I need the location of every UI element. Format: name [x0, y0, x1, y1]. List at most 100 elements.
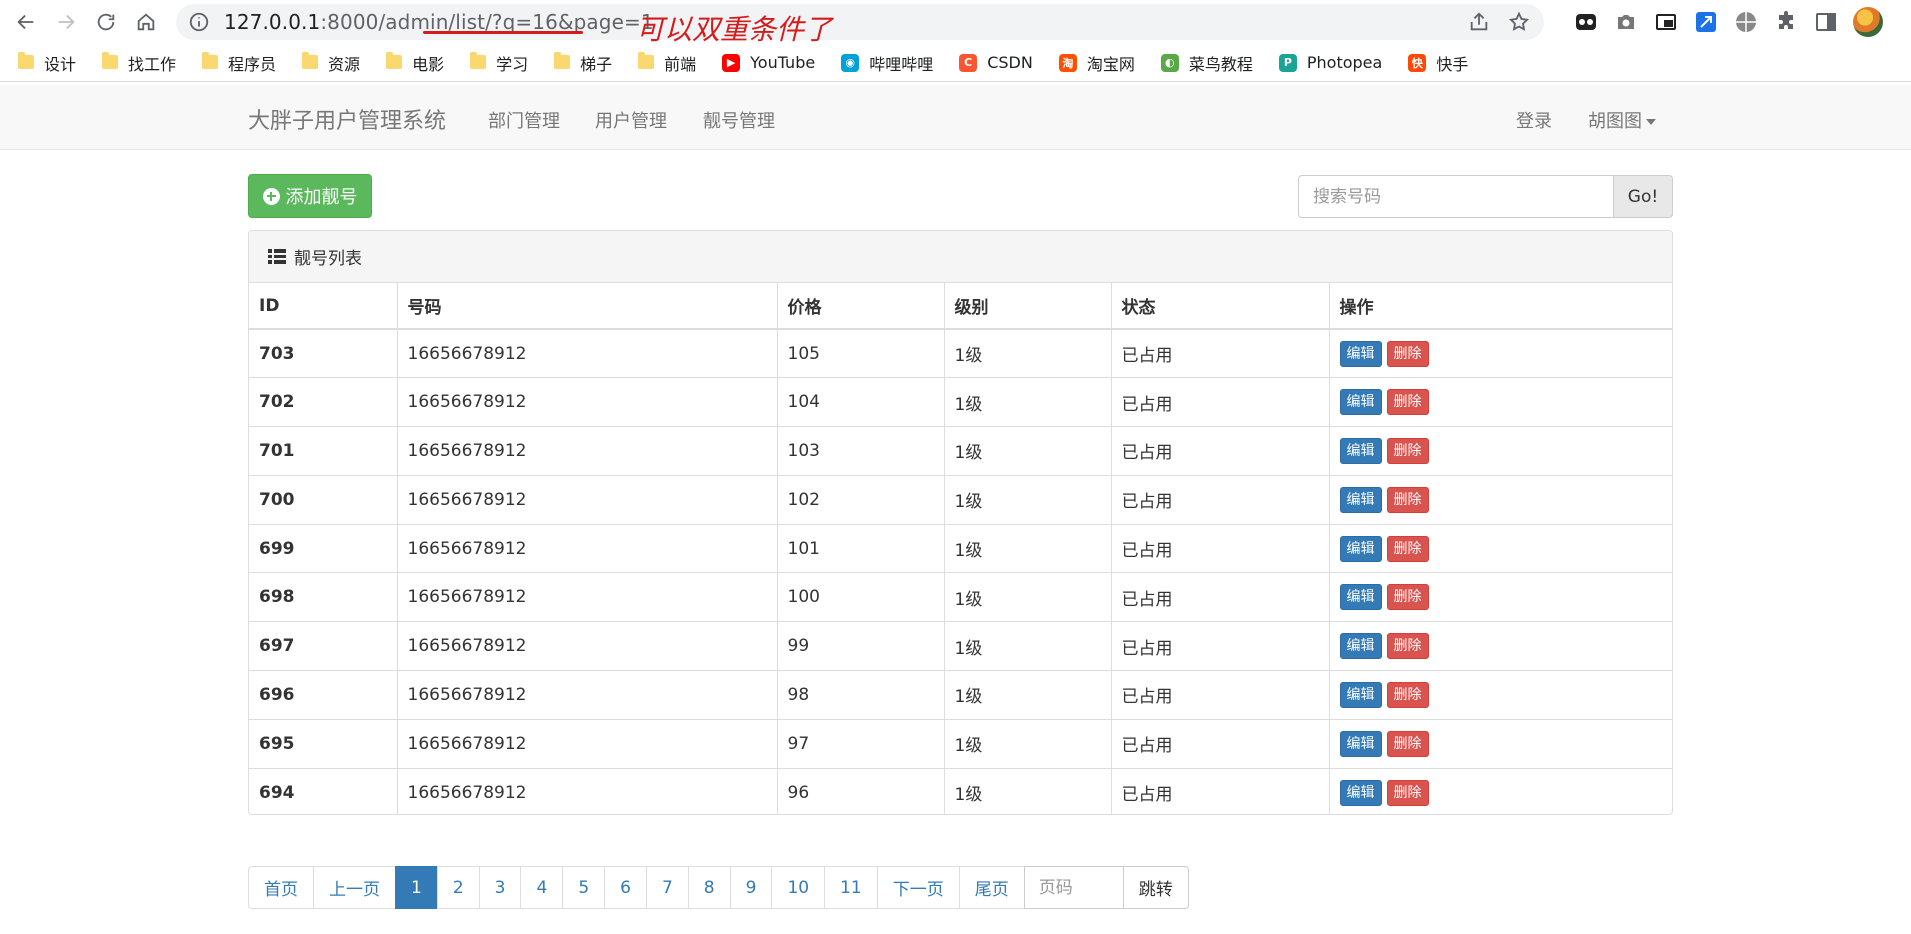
bookmark-item[interactable]: 前端	[638, 51, 696, 75]
delete-button[interactable]: 删除	[1386, 437, 1429, 464]
delete-button[interactable]: 删除	[1386, 486, 1429, 513]
cell-status: 已占用	[1111, 718, 1330, 769]
share-icon[interactable]	[1468, 11, 1490, 33]
address-bar[interactable]: 127.0.0.1:8000/admin/list/?q=16&page=1	[176, 4, 1544, 40]
reload-button[interactable]	[86, 2, 126, 42]
forward-button[interactable]	[46, 2, 86, 42]
profile-avatar[interactable]	[1853, 7, 1883, 37]
bookmark-item[interactable]: ▶ YouTube	[722, 53, 815, 72]
page-number-5[interactable]: 5	[562, 866, 606, 909]
search-input[interactable]	[1298, 175, 1613, 218]
cell-mobile: 16656678912	[397, 328, 778, 378]
cell-status: 已占用	[1111, 474, 1330, 525]
page-number-11[interactable]: 11	[824, 866, 878, 909]
page-number-2[interactable]: 2	[436, 866, 480, 909]
puzzle-icon[interactable]	[1773, 9, 1799, 35]
bookmark-item[interactable]: 梯子	[554, 51, 612, 75]
bookmark-item[interactable]: C CSDN	[959, 53, 1033, 72]
page-number-4[interactable]: 4	[520, 866, 564, 909]
edit-button[interactable]: 编辑	[1339, 779, 1382, 806]
delete-button[interactable]: 删除	[1386, 584, 1429, 611]
cell-id: 702	[249, 377, 398, 427]
page-number-8[interactable]: 8	[687, 866, 731, 909]
ext-globe-icon[interactable]	[1733, 9, 1759, 35]
bookmark-label: 前端	[664, 54, 697, 74]
delete-button[interactable]: 删除	[1386, 681, 1429, 708]
back-button[interactable]	[6, 2, 46, 42]
page-first[interactable]: 首页	[248, 866, 314, 909]
nav-user-dropdown[interactable]: 胡图图	[1588, 107, 1656, 133]
bookmark-item[interactable]: 电影	[386, 51, 444, 75]
picture-in-picture-icon[interactable]	[1653, 9, 1679, 35]
bookmark-label: 菜鸟教程	[1188, 54, 1253, 74]
bookmark-item[interactable]: 快快手	[1408, 51, 1468, 75]
edit-button[interactable]: 编辑	[1339, 681, 1382, 708]
star-icon[interactable]	[1508, 11, 1530, 33]
bookmark-item[interactable]: 找工作	[102, 51, 176, 75]
brand-title[interactable]: 大胖子用户管理系统	[248, 103, 446, 135]
bookmark-item[interactable]: ◉ 哔哩哔哩	[841, 51, 933, 75]
delete-button[interactable]: 删除	[1386, 389, 1429, 416]
edit-button[interactable]: 编辑	[1339, 584, 1382, 611]
cell-id: 699	[249, 523, 398, 573]
edit-button[interactable]: 编辑	[1339, 730, 1382, 757]
camera-icon[interactable]	[1613, 9, 1639, 35]
extensions-tray	[1573, 0, 1911, 44]
cell-mobile: 16656678912	[397, 670, 778, 720]
cell-price: 98	[777, 670, 945, 720]
home-button[interactable]	[126, 2, 166, 42]
nav-users[interactable]: 用户管理	[595, 107, 667, 133]
side-panel-icon[interactable]	[1813, 9, 1839, 35]
ext-blue-icon[interactable]	[1693, 9, 1719, 35]
bookmark-item[interactable]: 设计	[18, 51, 76, 75]
delete-button[interactable]: 删除	[1386, 633, 1429, 660]
edit-button[interactable]: 编辑	[1339, 535, 1382, 562]
nav-pretty-numbers[interactable]: 靓号管理	[703, 107, 775, 133]
cell-actions: 编辑 删除	[1329, 328, 1672, 378]
page-next[interactable]: 下一页	[876, 866, 960, 909]
cell-actions: 编辑 删除	[1329, 718, 1672, 769]
delete-button[interactable]: 删除	[1386, 779, 1429, 806]
edit-button[interactable]: 编辑	[1339, 340, 1382, 367]
edit-button[interactable]: 编辑	[1339, 389, 1382, 416]
page-number-6[interactable]: 6	[604, 866, 647, 909]
search-go-button[interactable]: Go!	[1613, 175, 1673, 218]
nav-login[interactable]: 登录	[1516, 107, 1552, 133]
reload-icon	[97, 13, 115, 31]
add-number-button[interactable]: 添加靓号	[248, 174, 372, 218]
ext-tampermonkey-icon[interactable]	[1573, 9, 1599, 35]
browser-toolbar: 127.0.0.1:8000/admin/list/?q=16&page=1 可…	[0, 0, 1911, 46]
caret-down-icon	[1646, 119, 1656, 125]
page-last[interactable]: 尾页	[958, 866, 1025, 909]
cell-mobile: 16656678912	[397, 572, 778, 622]
cell-status: 已占用	[1111, 767, 1330, 814]
bookmark-item[interactable]: 学习	[470, 51, 528, 75]
delete-button[interactable]: 删除	[1386, 535, 1429, 562]
bookmark-item[interactable]: 资源	[302, 51, 360, 75]
delete-button[interactable]: 删除	[1386, 340, 1429, 367]
bookmark-item[interactable]: P Photopea	[1278, 53, 1382, 72]
cell-price: 100	[777, 572, 945, 622]
info-icon[interactable]	[188, 11, 210, 33]
bookmark-item[interactable]: 程序员	[202, 51, 276, 75]
nav-department[interactable]: 部门管理	[488, 107, 560, 133]
edit-button[interactable]: 编辑	[1339, 633, 1382, 660]
bookmark-item[interactable]: ◐ 菜鸟教程	[1160, 51, 1253, 75]
page-number-input[interactable]	[1023, 866, 1124, 909]
cell-actions: 编辑 删除	[1329, 670, 1672, 720]
page-number-7[interactable]: 7	[645, 866, 689, 909]
edit-button[interactable]: 编辑	[1339, 486, 1382, 513]
cell-mobile: 16656678912	[397, 621, 778, 671]
bookmark-item[interactable]: 淘淘宝网	[1058, 51, 1135, 75]
edit-button[interactable]: 编辑	[1339, 437, 1382, 464]
page-number-9[interactable]: 9	[729, 866, 773, 909]
table-row: 697 16656678912 99 1级 已占用 编辑 删除	[249, 621, 1672, 671]
page-number-3[interactable]: 3	[478, 866, 522, 909]
page-number-1[interactable]: 1	[395, 866, 438, 909]
page-jump-button[interactable]: 跳转	[1122, 866, 1189, 909]
folder-icon	[18, 51, 34, 69]
page-number-10[interactable]: 10	[771, 866, 826, 909]
folder-icon	[554, 51, 571, 69]
page-prev[interactable]: 上一页	[313, 866, 396, 909]
delete-button[interactable]: 删除	[1386, 730, 1429, 757]
